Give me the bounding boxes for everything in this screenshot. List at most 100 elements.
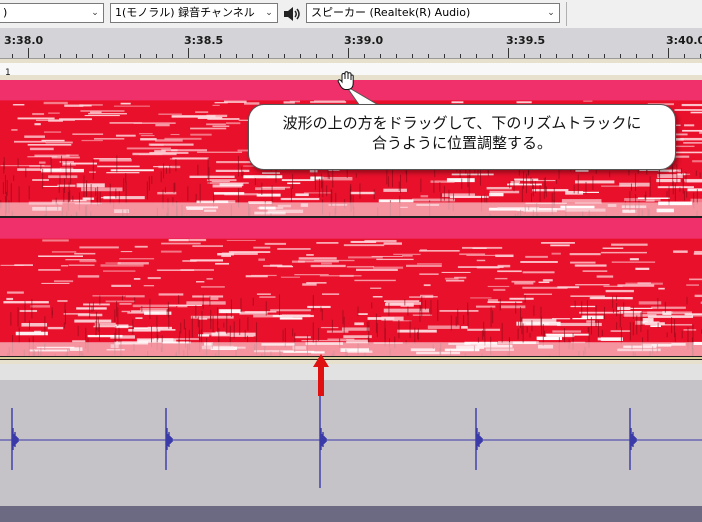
spectrogram-hairline — [696, 189, 698, 205]
spectrogram-hairline — [509, 181, 511, 189]
spectrogram-hairline — [629, 322, 631, 341]
ruler-tick — [444, 54, 445, 58]
ruler-tick — [108, 54, 109, 58]
ruler-tick — [364, 54, 365, 58]
spectrogram-streak — [160, 250, 182, 253]
spectrogram-streak — [253, 246, 271, 249]
spectrogram-streak — [120, 102, 131, 105]
spectrogram-hairline — [482, 330, 484, 340]
spectrogram-hairline — [24, 301, 26, 323]
ruler-tick — [588, 54, 589, 58]
spectrogram-hairline — [443, 185, 445, 201]
spectrogram-streak — [106, 172, 140, 174]
spectrogram-streak — [459, 253, 486, 256]
spectrogram-hairline — [686, 296, 688, 305]
spectrogram-hairline — [371, 302, 373, 309]
spectrogram-hairline — [44, 316, 46, 336]
spectrogram-streak — [402, 255, 413, 257]
spectrogram-streak — [385, 302, 422, 305]
spectrogram-streak — [83, 303, 110, 306]
spectrogram-streak — [462, 246, 503, 249]
spectrogram-streak — [277, 248, 311, 250]
spectrogram-hairline — [290, 188, 292, 203]
spectrogram-hairline — [419, 304, 421, 322]
spectrogram-streak — [255, 187, 286, 191]
spectrogram-hairline — [312, 295, 314, 311]
spectrogram-streak — [195, 281, 205, 283]
spectrogram-hairline — [376, 323, 378, 338]
spectrogram-streak — [350, 191, 375, 195]
timeline-ruler[interactable]: 3:38.0 3:38.5 3:39.0 3:39.5 3:40.0 — [0, 28, 702, 59]
spectrogram-hairline — [601, 329, 603, 336]
track-bottom-bar — [0, 506, 702, 522]
beat-pulse — [165, 408, 173, 470]
recording-channels-dropdown[interactable]: 1(モノラル) 録音チャンネル ⌄ — [110, 3, 278, 23]
spectrogram-streak — [500, 305, 526, 309]
spectrogram-hairline — [179, 331, 181, 337]
spectrogram-hairline — [167, 301, 169, 318]
spectrogram-streak — [239, 311, 268, 315]
playback-device-dropdown[interactable]: スピーカー (Realtek(R) Audio) ⌄ — [306, 3, 560, 23]
spectrogram-hairline — [320, 173, 322, 189]
spectrogram-streak — [39, 161, 46, 164]
spectrogram-hairline — [123, 178, 125, 192]
spectrogram-streak — [397, 329, 437, 333]
spectrogram-hairline — [430, 299, 432, 316]
spectrogram-hairline — [533, 305, 535, 316]
chevron-down-icon: ⌄ — [87, 4, 103, 22]
spectrogram-hairline — [585, 181, 587, 195]
spectrogram-streak — [574, 264, 607, 267]
spectrogram-hairline — [141, 306, 143, 312]
spectrogram-streak — [644, 322, 665, 326]
spectrogram-streak — [684, 179, 702, 183]
spectrogram-hairline — [165, 167, 167, 174]
spectrogram-streak — [226, 239, 256, 241]
spectrogram-streak — [74, 252, 96, 255]
spectrogram-streak — [343, 244, 385, 247]
spectrogram-streak — [15, 331, 48, 336]
rhythm-track[interactable] — [0, 380, 702, 506]
spectrogram-streak — [177, 304, 188, 308]
spectrogram-hairline — [532, 179, 534, 189]
ruler-tick — [684, 54, 685, 58]
spectrogram-channel-bottom[interactable] — [0, 218, 702, 356]
spectrogram-hairline — [521, 316, 523, 335]
spectrogram-streak — [44, 131, 62, 133]
spectrogram-streak — [138, 133, 153, 135]
spectrogram-hairline — [521, 185, 523, 203]
audio-host-dropdown[interactable]: ) ⌄ — [0, 3, 104, 23]
spectrogram-streak — [552, 330, 582, 333]
spectrogram-hairline — [134, 297, 136, 304]
spectrogram-streak — [487, 301, 523, 303]
spectrogram-streak — [495, 254, 514, 258]
spectrogram-hairline — [535, 181, 537, 193]
spectrogram-streak — [195, 111, 209, 113]
ruler-tick — [284, 54, 285, 58]
spectrogram-hairline — [160, 171, 162, 183]
spectrogram-streak — [419, 273, 439, 275]
ruler-label: 3:38.0 — [4, 34, 44, 47]
ruler-tick — [428, 54, 429, 58]
spectrogram-streak — [34, 123, 41, 126]
spectrogram-hairline — [398, 181, 400, 191]
spectrogram-streak — [32, 112, 45, 116]
spectrogram-hairline — [671, 317, 673, 334]
spectrogram-streak — [476, 266, 500, 269]
spectrogram-hairline — [318, 328, 320, 341]
spectrogram-streak — [298, 257, 337, 260]
spectrogram-hairline — [212, 315, 214, 333]
spectrogram-hairline — [132, 319, 134, 335]
spectrogram-hairline — [31, 299, 33, 319]
spectrogram-streak — [294, 336, 311, 339]
spectrogram-high-band — [0, 218, 702, 239]
spectrogram-hairline — [666, 191, 668, 197]
spectrogram-streak — [11, 129, 18, 131]
ruler-tick — [524, 54, 525, 58]
spectrogram-streak — [77, 275, 100, 278]
spectrogram-streak — [79, 104, 92, 107]
spectrogram-streak — [279, 317, 303, 320]
ruler-tick — [668, 48, 669, 58]
spectrogram-hairline — [187, 186, 189, 201]
spectrogram-hairline — [4, 174, 6, 195]
spectrogram-streak — [522, 318, 557, 323]
